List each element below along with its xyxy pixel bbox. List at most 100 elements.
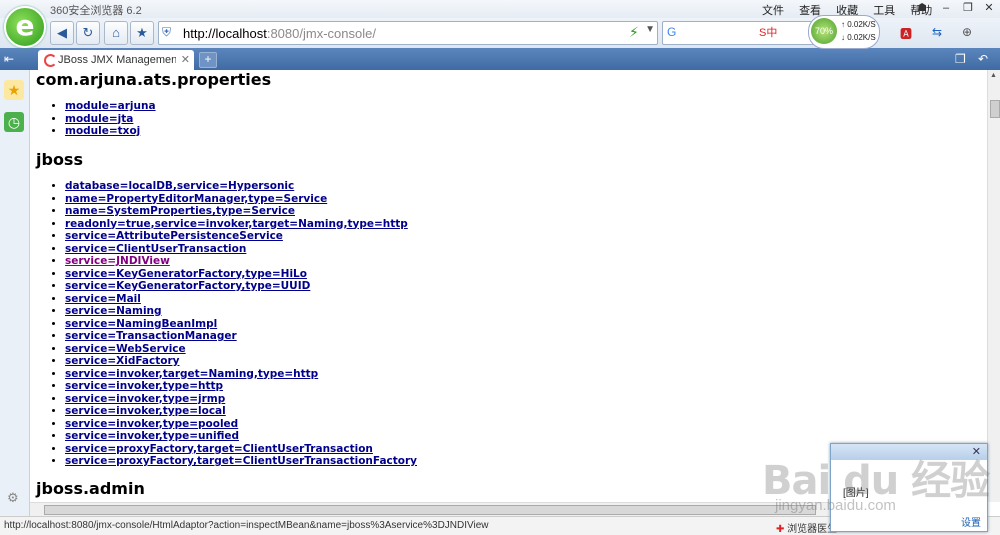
mbean-link[interactable]: service=invoker,type=jrmp — [65, 393, 225, 405]
section-title: com.arjuna.ats.properties — [36, 70, 272, 89]
list-item: service=invoker,type=jrmp — [65, 393, 417, 406]
minimize-button[interactable]: – — [934, 1, 958, 15]
tab-jmx-console[interactable]: JBoss JMX Management Co ✕ — [38, 50, 194, 70]
list-item: service=invoker,type=unified — [65, 430, 417, 443]
list-item: service=TransactionManager — [65, 330, 417, 343]
skin-icon[interactable]: ☗ — [910, 1, 934, 15]
section-list-1: database=localDB,service=Hypersonicname=… — [30, 180, 417, 468]
home-button[interactable]: ⌂ — [104, 21, 128, 45]
app-title: 360安全浏览器 6.2 — [50, 5, 142, 17]
browser-doctor[interactable]: ✚ 浏览器医生 — [776, 520, 837, 535]
section-title: jboss — [36, 150, 83, 169]
horizontal-scrollbar[interactable] — [30, 502, 830, 516]
url-host: http://localhost — [183, 26, 267, 41]
mbean-link[interactable]: service=KeyGeneratorFactory,type=HiLo — [65, 268, 307, 280]
speed-up: ↑ 0.02K/S — [841, 20, 876, 29]
sidebar-toggle-icon[interactable]: ⇤ — [4, 52, 14, 66]
list-item: module=arjuna — [65, 100, 156, 113]
vertical-scrollbar[interactable]: ▲ — [987, 70, 1000, 502]
speed-percent: 70% — [811, 18, 837, 44]
list-item: service=proxyFactory,target=ClientUserTr… — [65, 443, 417, 456]
close-window-button[interactable]: ✕ — [977, 1, 1000, 15]
gear-icon[interactable]: ⚙ — [7, 490, 19, 506]
mbean-link[interactable]: module=txoj — [65, 125, 140, 137]
mbean-link[interactable]: service=invoker,type=pooled — [65, 418, 238, 430]
tab-list-icon[interactable]: ❐ — [955, 52, 966, 66]
doctor-icon: ✚ — [776, 524, 785, 535]
back-button[interactable]: ◀ — [50, 21, 74, 45]
section-list-0: module=arjunamodule=jtamodule=txoj — [30, 100, 156, 138]
refresh-icon: ↻ — [82, 25, 94, 40]
list-item: name=PropertyEditorManager,type=Service — [65, 193, 417, 206]
popup-settings-link[interactable]: 设置 — [961, 514, 981, 529]
baidu-watermark-sub: jingyan.baidu.com — [775, 497, 896, 514]
mbean-link[interactable]: service=invoker,type=local — [65, 405, 226, 417]
gamepad-icon[interactable]: ⊕ — [962, 25, 972, 39]
extension-icon[interactable]: ⇆ — [932, 25, 942, 39]
list-item: service=AttributePersistenceService — [65, 230, 417, 243]
mbean-link[interactable]: name=PropertyEditorManager,type=Service — [65, 193, 327, 205]
section-title: jboss.admin — [36, 479, 145, 498]
menu-tools[interactable]: 工具 — [873, 5, 895, 17]
mbean-link[interactable]: service=ClientUserTransaction — [65, 243, 246, 255]
mbean-link[interactable]: service=proxyFactory,target=ClientUserTr… — [65, 455, 417, 467]
list-item: service=invoker,type=http — [65, 380, 417, 393]
mbean-link[interactable]: service=proxyFactory,target=ClientUserTr… — [65, 443, 373, 455]
close-icon[interactable]: ✕ — [181, 53, 190, 66]
list-item: service=ClientUserTransaction — [65, 243, 417, 256]
list-item: service=proxyFactory,target=ClientUserTr… — [65, 455, 417, 468]
browser-logo-icon: e — [4, 6, 46, 48]
input-method-icon[interactable]: S中 — [759, 24, 777, 40]
mbean-link[interactable]: database=localDB,service=Hypersonic — [65, 180, 294, 192]
mbean-link[interactable]: service=XidFactory — [65, 355, 179, 367]
favorites-star-icon[interactable]: ★ — [4, 80, 24, 100]
list-item: service=NamingBeanImpl — [65, 318, 417, 331]
url-path: :8080/jmx-console/ — [266, 26, 376, 41]
undo-close-icon[interactable]: ↶ — [978, 52, 988, 66]
mbean-link[interactable]: service=TransactionManager — [65, 330, 237, 342]
list-item: service=KeyGeneratorFactory,type=HiLo — [65, 268, 417, 281]
list-item: readonly=true,service=invoker,target=Nam… — [65, 218, 417, 231]
mbean-link[interactable]: module=arjuna — [65, 100, 156, 112]
refresh-button[interactable]: ↻ — [76, 21, 100, 45]
mbean-link[interactable]: module=jta — [65, 113, 133, 125]
address-url[interactable]: http://localhost:8080/jmx-console/ — [183, 26, 376, 41]
favorite-button[interactable]: ★ — [130, 21, 154, 45]
list-item: service=WebService — [65, 343, 417, 356]
list-item: name=SystemProperties,type=Service — [65, 205, 417, 218]
mbean-link[interactable]: service=Mail — [65, 293, 141, 305]
tab-label: JBoss JMX Management Co — [58, 54, 176, 66]
menu-file[interactable]: 文件 — [762, 5, 784, 17]
mbean-link[interactable]: service=KeyGeneratorFactory,type=UUID — [65, 280, 310, 292]
pdf-icon[interactable]: 🅰 — [900, 25, 912, 42]
mbean-link[interactable]: service=invoker,type=http — [65, 380, 223, 392]
mbean-link[interactable]: service=invoker,type=unified — [65, 430, 239, 442]
history-clock-icon[interactable]: ◷ — [4, 112, 24, 132]
list-item: module=jta — [65, 113, 156, 126]
home-icon: ⌂ — [112, 25, 120, 40]
lightning-icon[interactable]: ⚡ — [629, 24, 639, 41]
mbean-link[interactable]: service=WebService — [65, 343, 186, 355]
new-tab-button[interactable]: + — [199, 52, 217, 68]
mbean-link[interactable]: service=JNDIView — [65, 255, 170, 267]
chevron-down-icon[interactable]: ▼ — [645, 24, 655, 35]
speed-down: ↓ 0.02K/S — [841, 33, 876, 42]
mbean-link[interactable]: readonly=true,service=invoker,target=Nam… — [65, 218, 408, 230]
mbean-link[interactable]: service=invoker,target=Naming,type=http — [65, 368, 318, 380]
search-box[interactable]: G S中 — [662, 21, 814, 45]
shield-icon: ⛨ — [162, 25, 172, 39]
mbean-link[interactable]: service=AttributePersistenceService — [65, 230, 283, 242]
address-bar[interactable]: ⛨ http://localhost:8080/jmx-console/ ⚡ ▼ — [158, 21, 658, 45]
list-item: service=Mail — [65, 293, 417, 306]
scroll-thumb[interactable] — [990, 100, 1000, 118]
network-speed-widget[interactable]: 70% ↑ 0.02K/S ↓ 0.02K/S — [808, 15, 880, 49]
search-engine-icon[interactable]: G — [667, 25, 676, 39]
horizontal-scroll-thumb[interactable] — [44, 505, 816, 515]
scroll-up-icon[interactable]: ▲ — [990, 72, 997, 79]
page-content: com.arjuna.ats.properties module=arjunam… — [30, 70, 987, 502]
tab-bar: ⇤ JBoss JMX Management Co ✕ + ❐ ↶ — [0, 48, 1000, 70]
mbean-link[interactable]: service=NamingBeanImpl — [65, 318, 217, 330]
mbean-link[interactable]: service=Naming — [65, 305, 162, 317]
mbean-link[interactable]: name=SystemProperties,type=Service — [65, 205, 295, 217]
loading-icon — [44, 54, 57, 67]
